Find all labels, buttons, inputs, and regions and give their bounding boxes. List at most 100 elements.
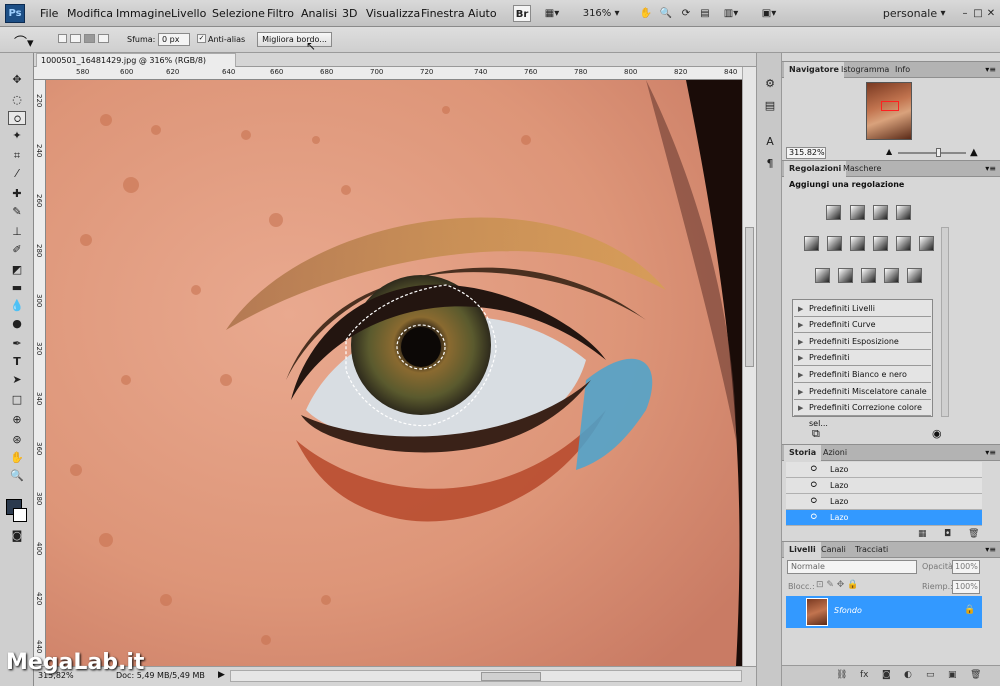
paragraph-panel-icon[interactable]: ¶ [763,157,777,171]
zoom-out-icon[interactable]: ▲ [886,147,892,156]
gradient-map-icon[interactable] [884,268,899,283]
preset-black-white[interactable]: Predefiniti Bianco e nero [794,367,931,383]
blend-mode-select[interactable]: Normale [787,560,917,574]
hand-tool-icon[interactable]: ✋ [8,451,26,465]
close-icon[interactable]: ✕ [986,5,996,22]
tool-presets-icon[interactable]: ▤ [763,99,777,113]
menu-filtro[interactable]: Filtro [267,7,294,20]
chevron-down-icon[interactable]: ▾ [938,5,948,22]
color-balance-icon[interactable] [850,236,865,251]
tab-navigator[interactable]: Navigatore [784,62,844,78]
panel-menu-icon[interactable]: ▾≡ [985,164,996,173]
tab-channels[interactable]: Canali [816,542,851,558]
add-mask-icon[interactable]: ◙ [882,670,891,680]
new-group-icon[interactable]: ▭ [926,670,935,680]
character-panel-icon[interactable]: A [763,135,777,149]
tab-actions[interactable]: Azioni [818,445,852,461]
hue-saturation-icon[interactable] [827,236,842,251]
mask-visibility-icon[interactable]: ◉ [932,427,942,440]
panel-menu-icon[interactable]: ▾≡ [985,448,996,457]
minimize-icon[interactable]: – [960,5,970,22]
bridge-button[interactable]: Br [513,5,531,22]
menu-finestra[interactable]: Finestra [421,7,465,20]
antialias-checkbox[interactable]: ✓ [197,34,206,43]
chevron-down-icon[interactable]: ▾ [612,5,622,22]
layer-name[interactable]: Sfondo [834,606,862,615]
lock-icons[interactable]: ⊡ ✎ ✥ 🔒 [816,580,858,590]
shape-tool-icon[interactable]: □ [8,393,26,407]
zoom-in-icon[interactable]: ▲ [970,147,978,158]
layer-style-icon[interactable]: fx [860,670,869,680]
status-menu-arrow-icon[interactable]: ▶ [218,670,225,680]
preset-selective-color[interactable]: Predefiniti Correzione colore sel... [794,400,931,428]
zoom-tool-icon[interactable]: 🔍 [658,5,674,22]
ruler-tool-icon[interactable]: ▤ [697,5,713,22]
new-selection-icon[interactable] [58,34,67,43]
black-white-icon[interactable] [873,236,888,251]
levels-icon[interactable] [850,205,865,220]
panel-menu-icon[interactable]: ▾≡ [985,65,996,74]
arrange-documents-icon[interactable]: ▥▾ [718,5,744,22]
menu-analisi[interactable]: Analisi [301,7,337,20]
preset-exposure[interactable]: Predefiniti Esposizione [794,334,931,350]
path-selection-icon[interactable]: ➤ [8,373,26,387]
menu-file[interactable]: File [40,7,58,20]
preset-channel-mixer[interactable]: Predefiniti Miscelatore canale [794,384,931,400]
navigator-zoom-slider[interactable] [898,148,966,157]
threshold-icon[interactable] [861,268,876,283]
lasso-tool-icon[interactable]: ഠ [8,111,26,125]
add-selection-icon[interactable] [70,34,81,43]
move-tool-icon[interactable]: ✥ [8,73,26,87]
history-brush-icon[interactable]: ✐ [8,243,26,257]
posterize-icon[interactable] [838,268,853,283]
mini-bridge-icon[interactable]: ⚙ [763,77,777,91]
channel-mixer-icon[interactable] [919,236,934,251]
scrollbar-thumb[interactable] [481,672,541,681]
eyedropper-icon[interactable]: ⁄ [8,167,26,181]
exposure-icon[interactable] [896,205,911,220]
tab-history[interactable]: Storia [784,445,822,461]
maximize-icon[interactable]: □ [973,5,983,22]
workspace-switcher[interactable]: personale [880,5,940,22]
type-tool-icon[interactable]: T [8,355,26,369]
tab-masks[interactable]: Maschere [838,161,886,177]
rotate-view-icon[interactable]: ⟳ [678,5,694,22]
healing-brush-icon[interactable]: ✚ [8,187,26,201]
tab-adjustments[interactable]: Regolazioni [784,161,847,177]
fill-input[interactable]: 100% [952,580,980,594]
gradient-tool-icon[interactable]: ▬ [8,281,26,295]
quick-mask-icon[interactable]: ◙ [8,529,26,543]
opacity-input[interactable]: 100% [952,560,980,574]
menu-3d[interactable]: 3D [342,7,357,20]
magic-wand-icon[interactable]: ✦ [8,129,26,143]
tab-paths[interactable]: Tracciati [850,542,893,558]
vibrance-icon[interactable] [804,236,819,251]
eraser-icon[interactable]: ◩ [8,263,26,277]
curves-icon[interactable] [873,205,888,220]
preset-levels[interactable]: Predefiniti Livelli [794,301,931,317]
invert-icon[interactable] [815,268,830,283]
tab-info[interactable]: Info [890,62,915,78]
trash-icon[interactable]: 🗑 [968,529,979,539]
3d-rotate-icon[interactable]: ⊕ [8,413,26,427]
refine-edge-button[interactable]: Migliora bordo... [257,32,332,47]
navigator-zoom-input[interactable]: 315.82% [786,147,826,159]
menu-livello[interactable]: Livello [171,7,206,20]
menu-aiuto[interactable]: Aiuto [468,7,497,20]
tab-histogram[interactable]: Istogramma [836,62,894,78]
menu-visualizza[interactable]: Visualizza [366,7,420,20]
clip-to-layer-icon[interactable]: ⧉ [812,427,820,441]
layer-row-selected[interactable]: Sfondo 🔒 [786,596,982,628]
subtract-selection-icon[interactable] [84,34,95,43]
trash-icon[interactable]: 🗑 [970,670,981,680]
hand-tool-icon[interactable]: ✋ [638,5,654,22]
background-color-swatch[interactable] [13,508,27,522]
slider-handle[interactable] [936,148,941,157]
marquee-tool-icon[interactable]: ◌ [8,93,26,107]
clone-stamp-icon[interactable]: ⊥ [8,225,26,239]
feather-input[interactable]: 0 px [158,33,190,46]
horizontal-scrollbar[interactable] [230,670,742,682]
link-layers-icon[interactable]: ⛓ [836,670,847,680]
selective-color-icon[interactable] [907,268,922,283]
menu-immagine[interactable]: Immagine [116,7,171,20]
